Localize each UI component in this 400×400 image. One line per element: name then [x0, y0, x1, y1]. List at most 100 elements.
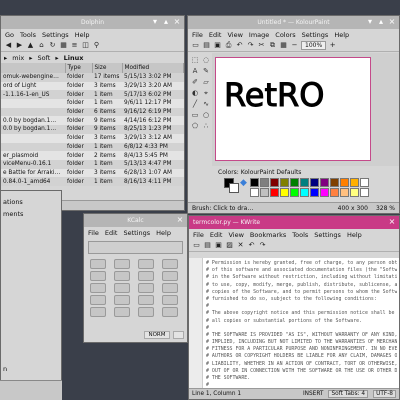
menu-settings[interactable]: Settings	[42, 31, 69, 39]
calc-button[interactable]	[162, 271, 178, 281]
table-row[interactable]: e Battle for Arraki… folder 3 items 6/28/13…	[1, 168, 184, 178]
split-icon[interactable]: ◫	[81, 41, 90, 50]
color-swatch[interactable]	[290, 188, 299, 197]
tab-settings[interactable]: Soft Tabs: 4	[328, 390, 369, 398]
rectangle-icon[interactable]: ▭	[190, 110, 200, 120]
color-swatch[interactable]	[260, 188, 269, 197]
save-as-icon[interactable]: ▨	[225, 241, 234, 250]
up-icon[interactable]: ▲	[26, 41, 35, 50]
menu-go[interactable]: Go	[5, 31, 14, 39]
calc-button[interactable]	[162, 283, 178, 293]
file-manager-titlebar[interactable]: Dolphin ▾ ▴ ×	[1, 16, 184, 29]
menu-settings[interactable]: Settings	[302, 31, 329, 39]
text-editor[interactable]: # Permission is hereby granted, free of …	[189, 258, 399, 395]
breadcrumb-item[interactable]: Soft	[36, 54, 53, 62]
calc-button[interactable]	[138, 307, 154, 317]
menu-file[interactable]: File	[192, 31, 203, 39]
select-free-icon[interactable]: ◌	[201, 55, 211, 65]
menu-edit[interactable]: Edit	[209, 31, 222, 39]
column-header-type[interactable]: Type	[65, 63, 93, 73]
print-icon[interactable]: ⎙	[224, 41, 233, 50]
polygon-icon[interactable]: ⬠	[190, 121, 200, 131]
menu-colors[interactable]: Colors	[275, 31, 295, 39]
kwrite-titlebar[interactable]: termcolor.py — KWrite ×	[189, 216, 399, 229]
maximize-icon[interactable]: ▴	[162, 18, 170, 26]
color-swatch[interactable]	[350, 178, 359, 187]
color-swatch[interactable]	[310, 188, 319, 197]
breadcrumb-item[interactable]: mix	[10, 54, 26, 62]
maximize-icon[interactable]: ▴	[377, 18, 385, 26]
fill-icon[interactable]: ◐	[190, 88, 200, 98]
redo-icon[interactable]: ↷	[246, 41, 255, 50]
calc-button[interactable]	[90, 271, 106, 281]
menu-image[interactable]: Image	[249, 31, 269, 39]
menu-settings[interactable]: Settings	[123, 229, 150, 237]
menu-settings[interactable]: Settings	[314, 231, 341, 239]
calc-button[interactable]	[138, 259, 154, 269]
panel-item[interactable]: ations	[3, 198, 23, 206]
zoom-in-icon[interactable]: +	[328, 41, 337, 50]
minimize-icon[interactable]: ▾	[151, 18, 159, 26]
menu-help[interactable]: Help	[347, 231, 362, 239]
view-icons-icon[interactable]: ▦	[59, 41, 68, 50]
drawing-canvas[interactable]: RetRO	[215, 57, 371, 161]
calc-button[interactable]	[138, 295, 154, 305]
spray-icon[interactable]: ∴	[201, 121, 211, 131]
color-swatch[interactable]	[320, 188, 329, 197]
pen-icon[interactable]: ✎	[201, 66, 211, 76]
open-icon[interactable]: ▤	[203, 241, 212, 250]
color-picker-icon[interactable]: ◆	[240, 178, 247, 188]
ellipse-icon[interactable]: ○	[201, 110, 211, 120]
table-row[interactable]: folder 1 item 6/8/12 4:33 PM	[1, 142, 184, 152]
curve-icon[interactable]: ∿	[201, 99, 211, 109]
color-swatch[interactable]	[260, 178, 269, 187]
color-swatch[interactable]	[360, 188, 369, 197]
eraser-icon[interactable]: ▱	[201, 77, 211, 87]
kcalc-titlebar[interactable]: KCalc ×	[84, 214, 187, 227]
cut-icon[interactable]: ✂	[257, 41, 266, 50]
minimize-icon[interactable]: ▾	[366, 18, 374, 26]
breadcrumb-item[interactable]: Linux	[62, 54, 86, 62]
menu-file[interactable]: File	[193, 231, 204, 239]
brush-icon[interactable]: ✐	[190, 77, 200, 87]
menu-edit[interactable]: Edit	[210, 231, 223, 239]
table-row[interactable]: folder 6 items 9/16/12 6:19 PM	[1, 107, 184, 117]
color-swatch[interactable]	[270, 178, 279, 187]
calc-button[interactable]	[90, 259, 106, 269]
fg-bg-color[interactable]	[224, 178, 240, 194]
panel-item[interactable]: n	[3, 365, 7, 373]
menu-file[interactable]: File	[88, 229, 99, 237]
color-swatch[interactable]	[250, 188, 259, 197]
new-icon[interactable]: ▭	[192, 241, 201, 250]
color-swatch[interactable]	[310, 178, 319, 187]
color-swatch[interactable]	[270, 188, 279, 197]
text-icon[interactable]: A	[190, 66, 200, 76]
kolourpaint-titlebar[interactable]: Untitled * — KolourPaint ▾ ▴ ×	[188, 16, 399, 29]
calc-button[interactable]	[162, 295, 178, 305]
encoding[interactable]: UTF-8	[373, 390, 396, 398]
menu-help[interactable]: Help	[75, 31, 90, 39]
copy-icon[interactable]: ⧉	[268, 41, 277, 50]
calc-button[interactable]	[90, 295, 106, 305]
color-swatch[interactable]	[330, 178, 339, 187]
close-icon[interactable]: ×	[176, 216, 184, 224]
color-swatch[interactable]	[320, 178, 329, 187]
save-icon[interactable]: ▣	[214, 241, 223, 250]
undo-icon[interactable]: ↶	[235, 41, 244, 50]
zoom-select[interactable]: 100%	[301, 41, 327, 50]
menu-edit[interactable]: Edit	[105, 229, 118, 237]
color-swatch[interactable]	[340, 178, 349, 187]
home-icon[interactable]: ⌂	[37, 41, 46, 50]
column-header-name[interactable]	[1, 63, 66, 73]
calc-button[interactable]	[90, 307, 106, 317]
select-rect-icon[interactable]: ⬚	[190, 55, 200, 65]
close-icon[interactable]: ×	[388, 218, 396, 226]
color-swatch[interactable]	[300, 178, 309, 187]
calc-button[interactable]	[114, 259, 130, 269]
table-row[interactable]: 0.0 by bogdan.1… folder 9 items 4/14/16 6:1…	[1, 116, 184, 126]
table-row[interactable]: 0.84.0-1_amd64 folder 1 item 8/16/13 4:11 P…	[1, 177, 184, 186]
calc-button[interactable]	[90, 283, 106, 293]
color-swatch[interactable]	[290, 178, 299, 187]
color-swatch[interactable]	[250, 178, 259, 187]
menu-bookmarks[interactable]: Bookmarks	[250, 231, 286, 239]
